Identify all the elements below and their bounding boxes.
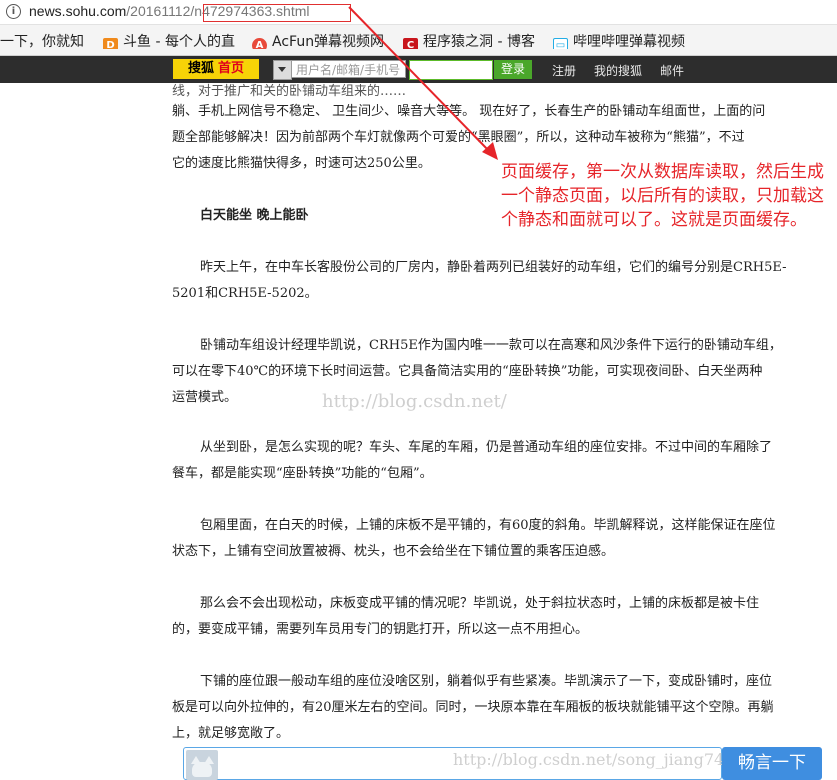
annotation-arrow	[348, 6, 498, 160]
annotation-text: 页面缓存，第一次从数据库读取，然后生成一个静态页面，以后所有的读取，只加载这个静…	[501, 162, 824, 230]
avatar	[186, 750, 218, 780]
watermark: http://blog.csdn.net/song_jiang748	[453, 750, 735, 769]
comment-bar: http://blog.csdn.net/song_jiang748 畅言一下	[0, 745, 837, 780]
post-comment-button[interactable]: 畅言一下	[722, 747, 822, 780]
